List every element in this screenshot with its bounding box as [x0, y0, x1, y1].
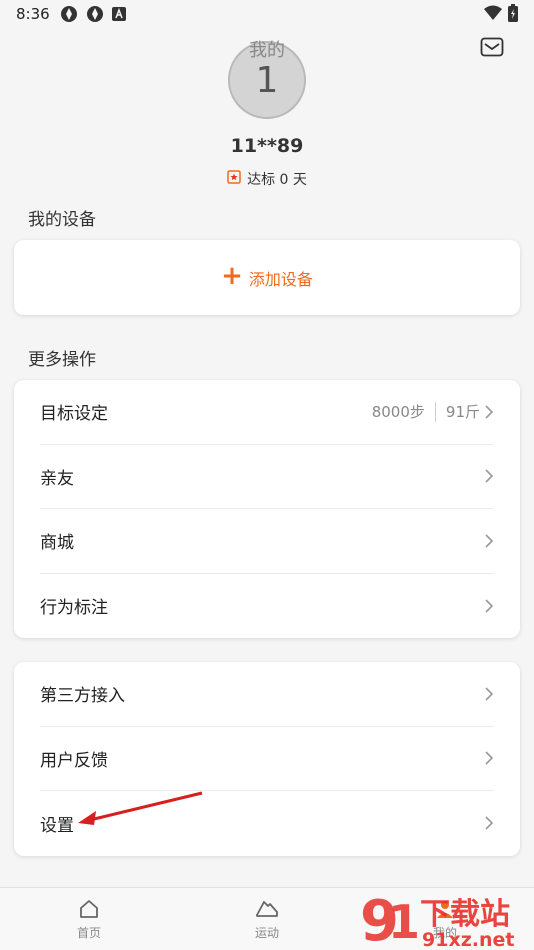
add-device-label: 添加设备: [248, 269, 313, 289]
menu-item-goal-setting[interactable]: 目标设定 8000步 91斤: [40, 380, 494, 445]
app-notification-icon: [86, 5, 104, 23]
add-device-button[interactable]: + 添加设备: [14, 240, 520, 315]
nav-item-home[interactable]: 首页: [0, 888, 178, 950]
chevron-right-icon: [485, 687, 494, 701]
goal-days-text: 达标 0 天: [247, 172, 307, 188]
watermark-main-text: 下载站: [420, 897, 510, 932]
menu-item-label: 商城: [40, 533, 74, 554]
menu-item-third-party[interactable]: 第三方接入: [40, 662, 494, 727]
chevron-right-icon: [485, 816, 494, 830]
goal-weight: 91斤: [445, 403, 480, 422]
watermark-logo: 9 1 下载站 91xz.net: [360, 889, 514, 950]
watermark-url-text: 91xz.net: [422, 929, 514, 950]
nav-item-sport[interactable]: 运动: [178, 888, 356, 950]
menu-item-friends[interactable]: 亲友: [40, 445, 494, 509]
goal-days[interactable]: 达标 0 天: [0, 169, 534, 189]
devices-section-title: 我的设备: [28, 210, 96, 230]
chevron-right-icon: [485, 751, 494, 765]
menu-item-feedback[interactable]: 用户反馈: [40, 727, 494, 791]
divider: [434, 401, 436, 422]
plus-icon: +: [221, 261, 243, 291]
menu-item-mall[interactable]: 商城: [40, 509, 494, 574]
font-notification-icon: [111, 7, 126, 21]
svg-text:1: 1: [388, 895, 420, 949]
devices-card: + 添加设备: [14, 240, 520, 315]
menu-item-label: 设置: [40, 815, 74, 836]
menu-item-behavior-tag[interactable]: 行为标注: [40, 574, 494, 639]
shoe-icon: [256, 900, 278, 917]
goal-steps: 8000步: [371, 403, 425, 422]
menu-item-label: 第三方接入: [40, 686, 125, 707]
page-title: 我的: [249, 40, 285, 61]
more-ops-card: 目标设定 8000步 91斤 亲友 商城 行为标注: [14, 380, 520, 638]
username: 11**89: [230, 135, 304, 157]
home-icon: [80, 899, 98, 918]
menu-item-label: 用户反馈: [40, 750, 108, 771]
wifi-icon: [484, 5, 502, 25]
chevron-right-icon: [485, 469, 494, 483]
battery-icon: [508, 4, 518, 26]
chevron-right-icon: [485, 405, 494, 419]
app-notification-icon: [60, 5, 78, 23]
nav-label: 首页: [76, 925, 101, 940]
status-right: [484, 4, 518, 26]
annotation-arrow-icon: [78, 791, 203, 825]
more-ops-section-title: 更多操作: [28, 350, 96, 370]
menu-item-label: 目标设定: [40, 404, 108, 425]
menu-item-label: 行为标注: [40, 598, 108, 619]
star-badge-icon: [227, 170, 241, 188]
nav-label: 运动: [254, 925, 279, 940]
chevron-right-icon: [485, 534, 494, 548]
chevron-right-icon: [485, 599, 494, 613]
status-bar: 8:36: [0, 0, 534, 28]
status-time: 8:36: [16, 5, 50, 23]
menu-item-label: 亲友: [40, 468, 74, 489]
